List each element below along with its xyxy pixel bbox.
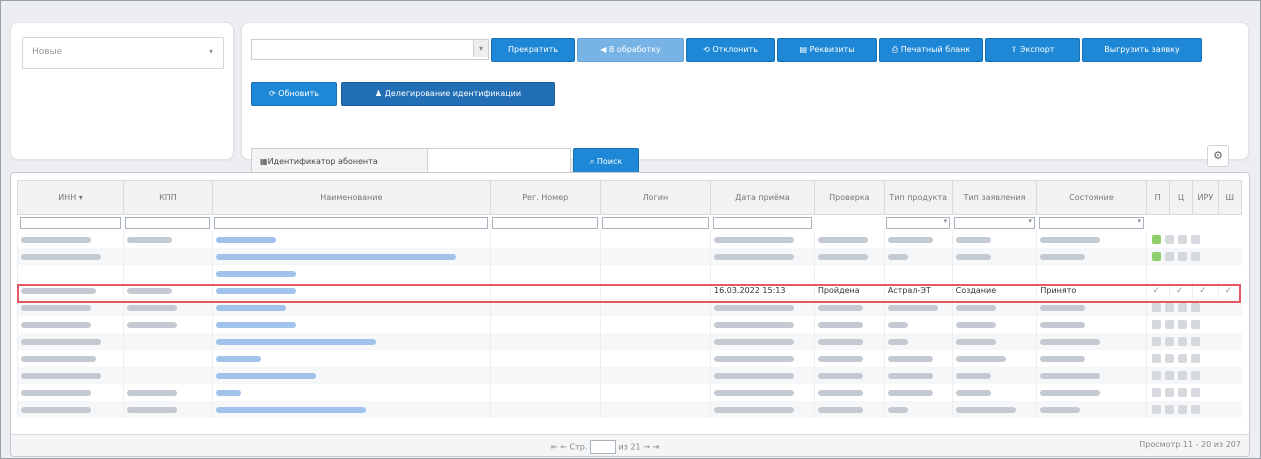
table-row[interactable] (17, 248, 1242, 265)
filter-row (18, 215, 1242, 232)
status-filter-select[interactable]: Новые ▾ (22, 37, 224, 69)
requests-grid: ИНН ▾ КПП Наименование Рег. Номер Логин … (10, 172, 1250, 457)
cell-request-type: Создание (951, 282, 1037, 299)
first-prev-page-icon[interactable]: ⇤ ← (551, 443, 567, 452)
delegate-identification-label: Делегирование идентификации (384, 89, 522, 98)
cell-reg-number (489, 282, 601, 299)
table-row[interactable] (17, 401, 1242, 418)
to-processing-button[interactable]: ◀ В обработку (577, 38, 684, 62)
combo-dropdown-icon[interactable]: ▾ (473, 40, 488, 57)
column-header-sh[interactable]: Ш (1217, 180, 1243, 215)
table-row[interactable] (17, 265, 1242, 282)
column-header-kpp[interactable]: КПП (122, 180, 213, 215)
print-icon: ⎙ (891, 45, 901, 54)
refresh-icon: ⟳ (269, 89, 279, 98)
subscriber-id-label: ▦Идентификатор абонента (252, 149, 428, 174)
cell-check: Пройдена (813, 282, 885, 299)
print-form-button[interactable]: ⎙ Печатный бланк (879, 38, 983, 62)
play-icon: ◀ (600, 45, 609, 54)
page-number-input[interactable] (589, 440, 616, 454)
table-row[interactable] (17, 231, 1242, 248)
pager-controls: ⇤ ← Стр. из 21 → ⇥ (551, 440, 659, 454)
filter-product-select[interactable] (886, 217, 951, 229)
filter-date-input[interactable] (712, 217, 813, 229)
filter-name-input[interactable] (214, 217, 489, 229)
page-label: Стр. (569, 442, 588, 452)
next-last-page-icon[interactable]: → ⇥ (643, 443, 659, 452)
user-icon: ♟ (374, 89, 385, 98)
upload-request-button[interactable]: Выгрузить заявку (1082, 38, 1202, 62)
cell-product-type: Астрал-ЭТ (883, 282, 953, 299)
pager: ⇤ ← Стр. из 21 → ⇥ Просмотр 11 - 20 из 2… (11, 434, 1249, 456)
column-header-name[interactable]: Наименование (211, 180, 491, 215)
delegate-identification-button[interactable]: ♟ Делегирование идентификации (341, 82, 555, 106)
table-row[interactable] (17, 333, 1242, 350)
column-header-state[interactable]: Состояние (1036, 180, 1147, 215)
search-button[interactable]: ⌕ Поиск (573, 148, 639, 175)
check-icon: ✓ (1175, 285, 1184, 296)
filter-state-select[interactable] (1038, 217, 1145, 229)
search-label: Поиск (596, 157, 623, 166)
export-label: Экспорт (1019, 45, 1055, 54)
filter-inn-input[interactable] (19, 217, 122, 229)
stop-button[interactable]: Прекратить (491, 38, 575, 62)
refresh-label: Обновить (278, 89, 319, 98)
cell-receive-date: 16.03.2022 15:13 (710, 282, 815, 299)
chevron-down-icon: ▾ (208, 47, 213, 56)
table-row-selected[interactable]: 16.03.2022 15:13 Пройдена Астрал-ЭТ Созд… (17, 282, 1242, 299)
column-header-check[interactable]: Проверка (813, 180, 885, 215)
cell-login (599, 282, 711, 299)
filter-kpp-input[interactable] (125, 217, 211, 229)
search-icon: ⌕ (589, 157, 597, 166)
check-icon: ✓ (1152, 285, 1161, 296)
subscriber-id-field: ▦Идентификатор абонента (251, 148, 571, 175)
column-header-iru[interactable]: ИРУ (1192, 180, 1219, 215)
table-row[interactable] (17, 367, 1242, 384)
pager-summary: Просмотр 11 - 20 из 207 (1139, 440, 1241, 449)
table-row[interactable] (17, 299, 1242, 316)
action-combo[interactable]: ▾ (251, 39, 489, 60)
reject-button[interactable]: ⟲ Отклонить (686, 38, 775, 62)
column-header-p[interactable]: П (1145, 180, 1170, 215)
requisites-button[interactable]: ▤ Реквизиты (777, 38, 877, 62)
filter-request-type-select[interactable] (954, 217, 1035, 229)
table-row[interactable] (17, 350, 1242, 367)
print-form-label: Печатный бланк (900, 45, 971, 54)
subscriber-id-input[interactable] (432, 152, 566, 171)
export-icon: ⇪ (1010, 45, 1020, 54)
column-header-login[interactable]: Логин (599, 180, 712, 215)
requisites-label: Реквизиты (809, 45, 855, 54)
cell-state: Принято (1036, 282, 1147, 299)
filter-reg-input[interactable] (492, 217, 599, 229)
column-header-inn[interactable]: ИНН ▾ (17, 180, 124, 215)
column-header-reg-number[interactable]: Рег. Номер (489, 180, 601, 215)
column-header-receive-date[interactable]: Дата приёма (710, 180, 815, 215)
refresh-button[interactable]: ⟳ Обновить (251, 82, 337, 106)
subscriber-id-label-text: Идентификатор абонента (267, 157, 378, 166)
export-button[interactable]: ⇪ Экспорт (985, 38, 1080, 62)
filter-login-input[interactable] (602, 217, 709, 229)
table-row[interactable] (17, 384, 1242, 401)
page-count: из 21 (618, 442, 641, 452)
id-card-icon: ▦ (260, 157, 268, 166)
grid-table: ИНН ▾ КПП Наименование Рег. Номер Логин … (17, 180, 1243, 418)
column-header-request-type[interactable]: Тип заявления (951, 180, 1038, 215)
table-row[interactable] (17, 316, 1242, 333)
check-icon: ✓ (1224, 285, 1233, 296)
list-icon: ▤ (799, 45, 810, 54)
column-header-c[interactable]: Ц (1168, 180, 1194, 215)
to-processing-label: В обработку (608, 45, 661, 54)
gear-icon[interactable]: ⚙ (1207, 145, 1229, 167)
reject-label: Отклонить (712, 45, 758, 54)
column-header-product-type[interactable]: Тип продукта (883, 180, 953, 215)
status-filter-value: Новые (32, 47, 63, 57)
check-icon: ✓ (1199, 285, 1207, 296)
reject-icon: ⟲ (703, 45, 713, 54)
